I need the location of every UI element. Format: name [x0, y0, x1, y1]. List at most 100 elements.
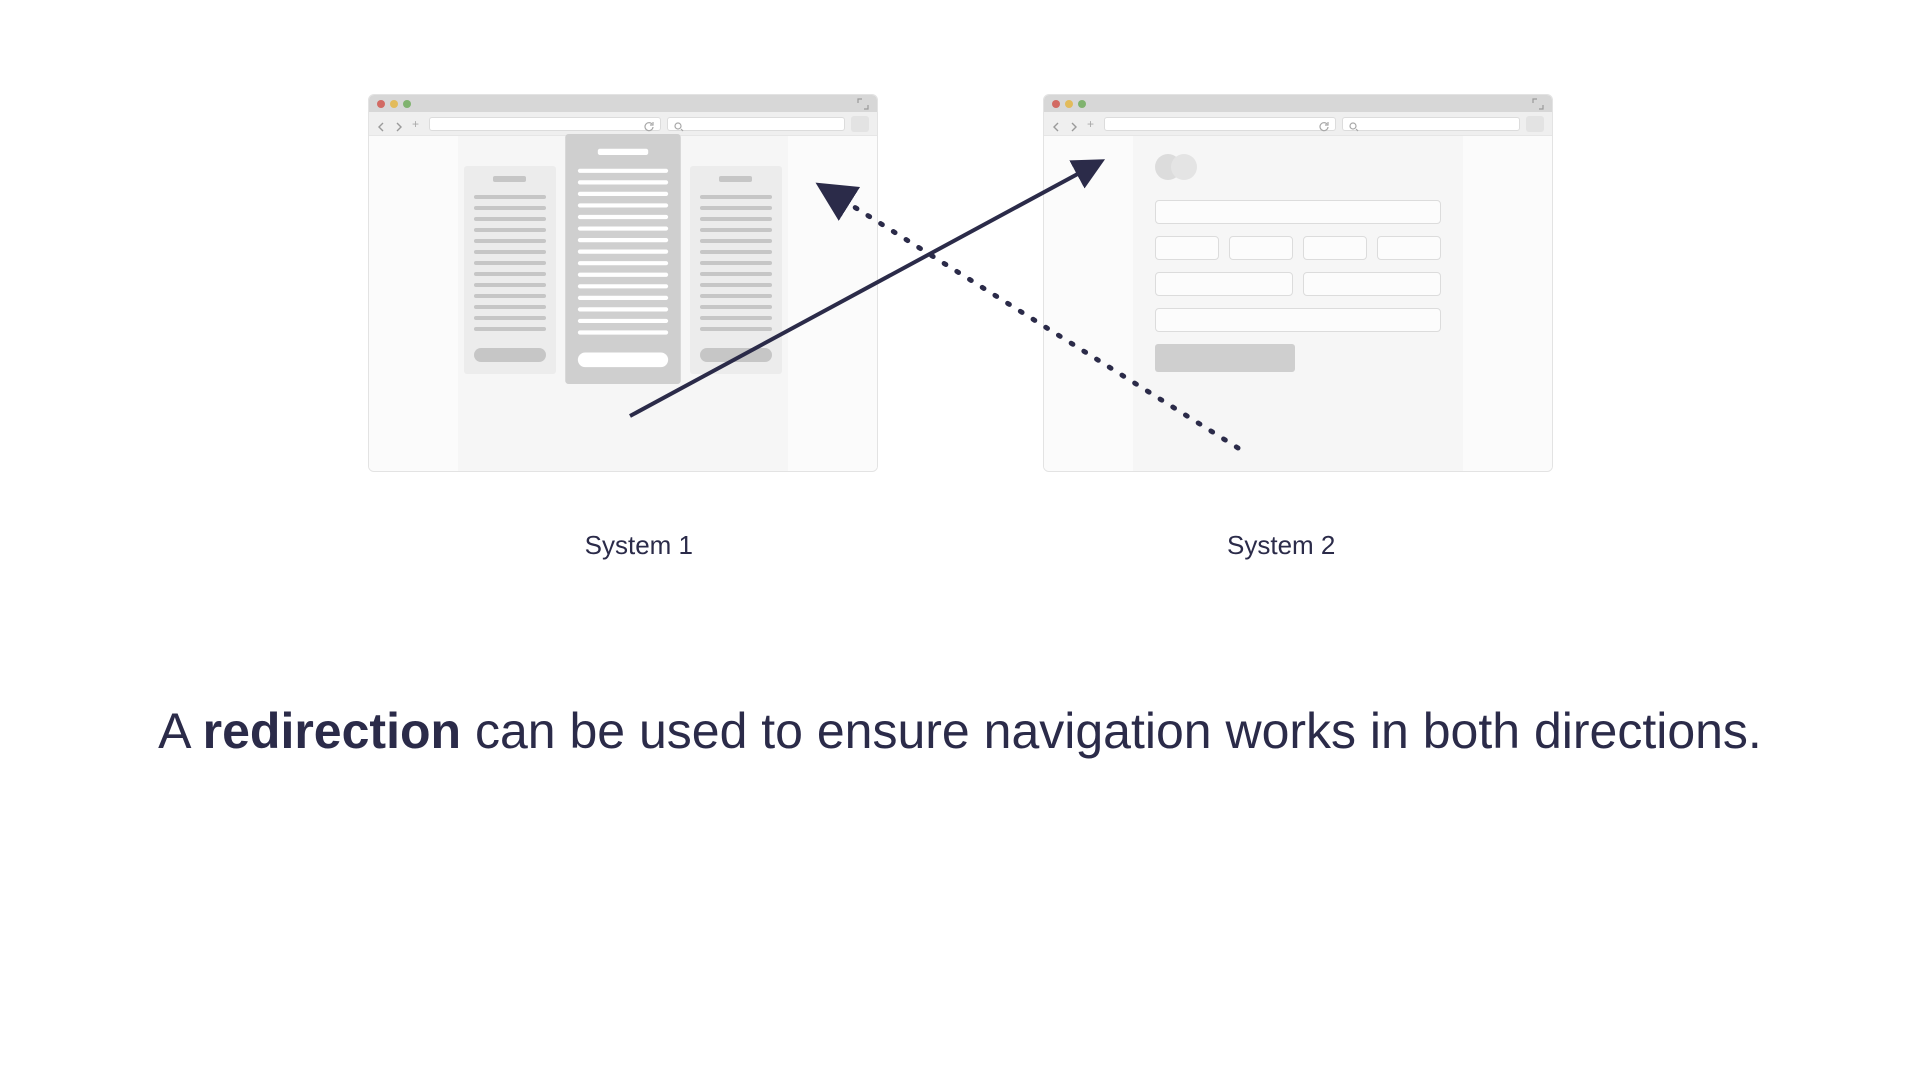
text-line	[700, 316, 772, 320]
caption-text: A redirection can be used to ensure navi…	[0, 696, 1920, 767]
card-button-primary	[577, 352, 667, 367]
close-icon	[377, 100, 385, 108]
card-title-placeholder	[719, 176, 751, 182]
text-line	[577, 284, 667, 288]
card-button	[700, 348, 772, 362]
text-line	[700, 195, 772, 199]
text-line	[577, 319, 667, 323]
text-line	[577, 226, 667, 230]
expand-icon	[1532, 98, 1544, 110]
text-line	[577, 307, 667, 311]
form-field	[1303, 236, 1367, 260]
text-line	[474, 272, 546, 276]
search-bar	[1342, 117, 1520, 131]
browser-titlebar	[1044, 95, 1552, 112]
browser-body	[369, 136, 877, 471]
minimize-icon	[1065, 100, 1073, 108]
search-bar	[667, 117, 845, 131]
card-title-placeholder	[493, 176, 525, 182]
maximize-icon	[403, 100, 411, 108]
form-field	[1377, 236, 1441, 260]
browser-toolbar: +	[1044, 112, 1552, 136]
toolbar-end-button	[851, 116, 869, 132]
browser-pair: +	[0, 94, 1920, 472]
text-line	[577, 192, 667, 196]
text-line	[700, 206, 772, 210]
caption-prefix: A	[158, 703, 202, 759]
search-icon	[1349, 119, 1359, 129]
payment-logo-icon	[1155, 154, 1199, 182]
text-line	[474, 195, 546, 199]
text-line	[700, 272, 772, 276]
plus-icon: +	[409, 117, 423, 131]
pricing-card-right	[690, 166, 782, 374]
text-line	[700, 283, 772, 287]
browser-titlebar	[369, 95, 877, 112]
text-line	[700, 294, 772, 298]
form-field	[1155, 236, 1219, 260]
pricing-card-center	[565, 134, 681, 384]
forward-arrow-icon	[1068, 119, 1078, 129]
forward-arrow-icon	[393, 119, 403, 129]
text-line	[474, 206, 546, 210]
text-line	[474, 228, 546, 232]
form-field	[1229, 236, 1293, 260]
system-labels: System 1 System 2	[0, 530, 1920, 561]
text-line	[700, 228, 772, 232]
close-icon	[1052, 100, 1060, 108]
card-button	[474, 348, 546, 362]
text-line	[577, 203, 667, 207]
browser-toolbar: +	[369, 112, 877, 136]
text-line	[700, 261, 772, 265]
refresh-icon	[1319, 119, 1329, 129]
caption-bold: redirection	[203, 703, 461, 759]
text-line	[700, 250, 772, 254]
text-line	[474, 217, 546, 221]
text-line	[474, 239, 546, 243]
text-line	[700, 327, 772, 331]
minimize-icon	[390, 100, 398, 108]
pricing-card-left	[464, 166, 556, 374]
text-line	[577, 273, 667, 277]
text-line	[700, 239, 772, 243]
back-arrow-icon	[377, 119, 387, 129]
text-line	[577, 238, 667, 242]
form-field	[1155, 272, 1293, 296]
address-bar	[1104, 117, 1336, 131]
plus-icon: +	[1084, 117, 1098, 131]
caption-suffix: can be used to ensure navigation works i…	[461, 703, 1762, 759]
text-line	[474, 327, 546, 331]
browser-body	[1044, 136, 1552, 471]
text-line	[577, 169, 667, 173]
card-title-placeholder	[598, 149, 648, 155]
label-system-1: System 1	[585, 530, 693, 561]
submit-button	[1155, 344, 1295, 372]
browser-system-2: +	[1043, 94, 1553, 472]
text-line	[474, 305, 546, 309]
expand-icon	[857, 98, 869, 110]
text-line	[577, 330, 667, 334]
back-arrow-icon	[1052, 119, 1062, 129]
text-line	[577, 250, 667, 254]
browser-system-1: +	[368, 94, 878, 472]
diagram-stage: +	[0, 0, 1920, 1080]
label-system-2: System 2	[1227, 530, 1335, 561]
form-field	[1155, 200, 1441, 224]
form-field	[1303, 272, 1441, 296]
maximize-icon	[1078, 100, 1086, 108]
text-line	[474, 283, 546, 287]
form-field	[1155, 308, 1441, 332]
toolbar-end-button	[1526, 116, 1544, 132]
text-line	[577, 261, 667, 265]
text-line	[700, 217, 772, 221]
text-line	[700, 305, 772, 309]
search-icon	[674, 119, 684, 129]
text-line	[474, 261, 546, 265]
text-line	[577, 296, 667, 300]
text-line	[577, 215, 667, 219]
text-line	[474, 294, 546, 298]
system2-content	[1133, 136, 1463, 471]
text-line	[474, 316, 546, 320]
refresh-icon	[644, 119, 654, 129]
address-bar	[429, 117, 661, 131]
